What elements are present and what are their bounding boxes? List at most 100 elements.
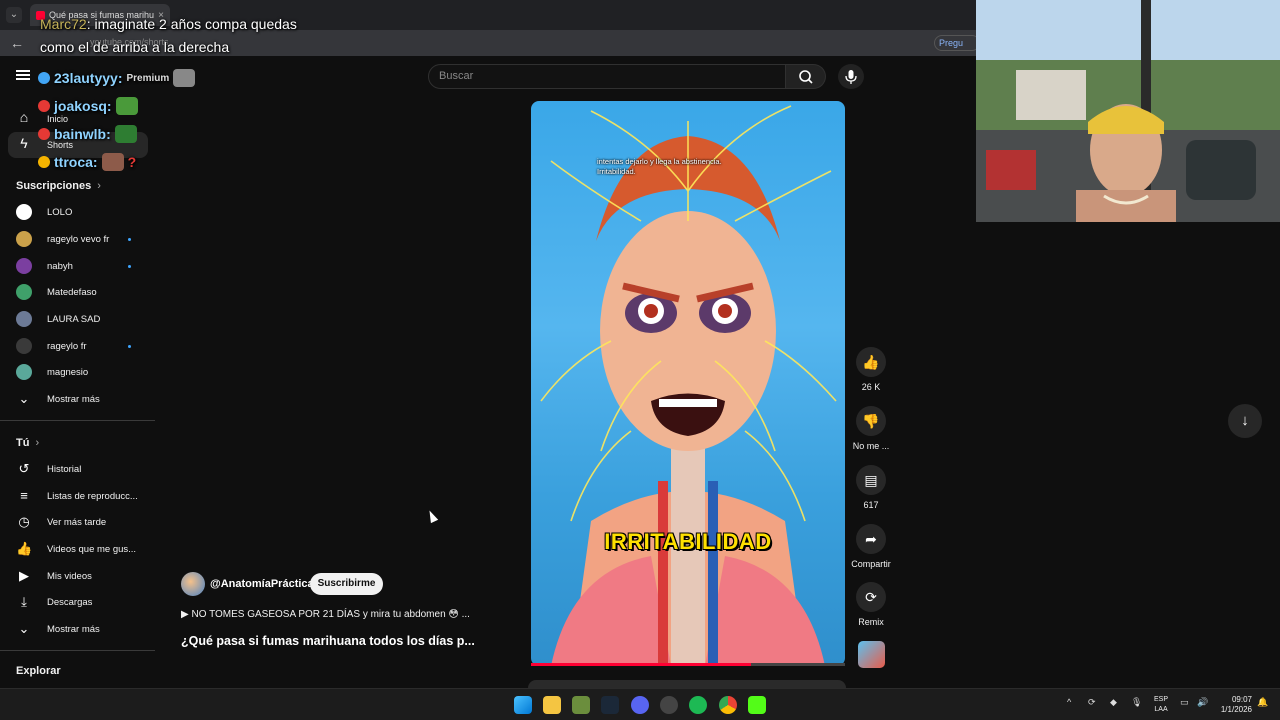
sidebar-item-label: Ver más tarde (47, 516, 107, 528)
chat-text: Premium (126, 72, 170, 84)
overlay-text: imaginate 2 años compa quedas (94, 16, 297, 32)
stream-overlay-message: Marc72: imaginate 2 años compa quedas co… (40, 13, 297, 59)
minecraft-icon[interactable] (572, 696, 590, 714)
overlay-message-line-1: Marc72: imaginate 2 años compa quedas (40, 16, 297, 32)
video-progress-bar[interactable] (531, 663, 845, 666)
divider (0, 650, 155, 651)
history-icon: ↺ (18, 461, 30, 476)
chat-line: bainwlb: (38, 120, 195, 148)
you-label: Tú (16, 437, 30, 449)
chat-badge-icon (38, 128, 50, 140)
comments-button[interactable]: ▤ 617 (852, 465, 890, 510)
subscription-item[interactable]: rageylo vevo fr (0, 226, 155, 252)
sidebar-item-liked-videos[interactable]: 👍 Videos que me gus... (0, 536, 155, 562)
subscriptions-title[interactable]: Suscripciones › (16, 180, 101, 192)
share-button[interactable]: ➦ Compartir (846, 524, 896, 569)
chat-badge-icon (38, 72, 50, 84)
channel-avatar (16, 311, 32, 327)
chevron-right-icon: › (35, 437, 40, 449)
obs-icon[interactable] (660, 696, 678, 714)
show-more-subscriptions[interactable]: ⌄ Mostrar más (0, 386, 155, 412)
network-icon[interactable]: ▭ (1180, 697, 1189, 708)
like-icon: 👍 (16, 541, 33, 556)
sound-thumbnail[interactable] (858, 641, 885, 668)
green-emote-icon (114, 125, 137, 143)
like-count: 26 K (861, 382, 881, 392)
input-language[interactable]: ESP LAA (1154, 695, 1168, 715)
anatomy-face-illustration (540, 105, 837, 666)
sidebar-item-my-videos[interactable]: ▶ Mis videos (0, 563, 155, 589)
next-short-button[interactable]: ↓ (1228, 404, 1262, 438)
subscription-item[interactable]: Matedefaso (0, 279, 155, 305)
channel-avatar[interactable] (181, 572, 205, 596)
sidebar-item-history[interactable]: ↺ Historial (0, 456, 155, 482)
windows-start-icon[interactable] (514, 696, 532, 714)
video-progress-fill (531, 663, 751, 666)
channel-avatar (16, 258, 32, 274)
channel-name[interactable]: @AnatomíaPráctica (210, 578, 314, 590)
sidebar-item-label: Listas de reproducc... (47, 490, 138, 502)
related-video-title: NO TOMES GASEOSA POR 21 DÍAS y mira tu a… (191, 609, 470, 620)
short-video-player[interactable]: intentas dejarlo y llega la abstinencia.… (531, 101, 845, 666)
search-button[interactable] (786, 64, 826, 89)
mouse-cursor-icon (425, 508, 439, 524)
tab-search-button[interactable]: ⌄ (6, 7, 22, 23)
search-input[interactable]: Buscar (428, 64, 786, 89)
discord-icon[interactable] (631, 696, 649, 714)
microphone-tray-icon[interactable]: 🎙 (1131, 697, 1142, 708)
volume-icon[interactable]: 🔊 (1197, 697, 1208, 708)
subscription-item[interactable]: magnesio (0, 359, 155, 385)
short-title[interactable]: ¿Qué pasa si fumas marihuana todos los d… (181, 634, 475, 648)
language-code: ESP (1154, 696, 1169, 703)
tray-overflow-icon[interactable]: ^ (1067, 697, 1071, 707)
subscription-item[interactable]: nabyh (0, 253, 155, 279)
channel-avatar (16, 284, 32, 300)
file-explorer-icon[interactable] (543, 696, 561, 714)
channel-name: magnesio (47, 366, 89, 378)
explore-title: Explorar (16, 665, 61, 677)
thumbs-up-icon: 👍 (856, 347, 886, 377)
chrome-icon[interactable] (719, 696, 737, 714)
stream-chat: 23lautyyy: Premium joakosq: bainwlb: ttro… (38, 64, 196, 176)
related-video-link[interactable]: ▶ NO TOMES GASEOSA POR 21 DÍAS y mira tu… (181, 609, 470, 620)
sidebar-item-label: Descargas (47, 596, 93, 608)
remix-button[interactable]: ⟳ Remix (852, 582, 890, 627)
notifications-icon[interactable]: 🔔 (1257, 697, 1268, 708)
chat-line: joakosq: (38, 92, 195, 120)
arrow-down-icon: ↓ (1241, 412, 1249, 429)
subscription-item[interactable]: LOLO (0, 199, 155, 225)
steam-icon[interactable] (601, 696, 619, 714)
pepe-emote-icon (115, 97, 138, 115)
like-button[interactable]: 👍 26 K (852, 347, 890, 392)
menu-icon[interactable] (16, 70, 30, 80)
tray-app-icon[interactable]: ◆ (1110, 697, 1117, 708)
subscription-item[interactable]: LAURA SAD (0, 306, 155, 332)
search-icon (799, 70, 813, 84)
dislike-label: No me ... (852, 441, 890, 451)
channel-avatar (16, 204, 32, 220)
back-arrow-icon[interactable]: ← (8, 34, 26, 52)
subscriptions-label: Suscripciones (16, 180, 92, 192)
my-videos-icon: ▶ (19, 568, 29, 583)
video-overlay-title: IRRITABILIDAD (604, 529, 772, 554)
system-clock[interactable]: 09:07 1/1/2026 (1216, 695, 1252, 715)
sidebar-item-playlists[interactable]: ≡ Listas de reproducc... (0, 483, 155, 509)
show-more-you[interactable]: ⌄ Mostrar más (0, 616, 155, 642)
channel-name: Matedefaso (47, 286, 97, 298)
sidebar-item-downloads[interactable]: ⤓ Descargas (0, 589, 155, 615)
home-icon: ⌂ (19, 109, 29, 125)
channel-avatar (16, 231, 32, 247)
spotify-icon[interactable] (689, 696, 707, 714)
tray-app-icon[interactable]: ⟳ (1088, 697, 1096, 708)
sidebar-item-watch-later[interactable]: ◷ Ver más tarde (0, 509, 155, 535)
thumbs-down-icon: 👎 (856, 406, 886, 436)
ask-button[interactable]: Pregu (934, 35, 980, 51)
subscription-item[interactable]: rageylo fr (0, 333, 155, 359)
dislike-button[interactable]: 👎 No me ... (846, 406, 896, 451)
you-title[interactable]: Tú › (16, 437, 39, 449)
voice-search-button[interactable] (838, 64, 864, 89)
subscribe-button[interactable]: Suscribirme (310, 573, 383, 595)
new-content-dot (128, 265, 131, 268)
chevron-down-icon: ⌄ (18, 621, 30, 636)
kick-icon[interactable] (748, 696, 766, 714)
